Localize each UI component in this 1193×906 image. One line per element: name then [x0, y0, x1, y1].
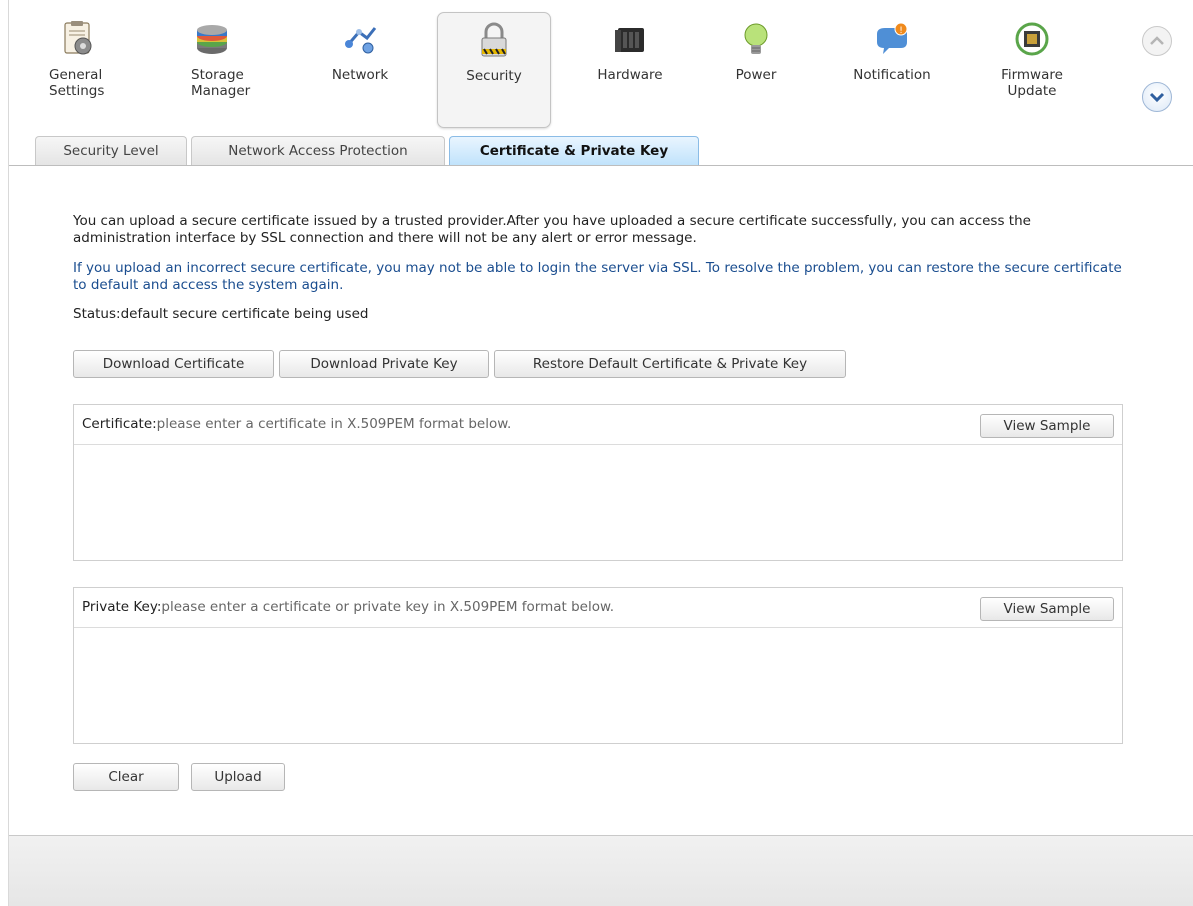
status-text: Status:default secure certificate being …: [73, 306, 369, 322]
chevron-up-icon: [1150, 36, 1164, 45]
toolbar-item-network[interactable]: Network: [303, 12, 417, 128]
svg-text:!: !: [899, 26, 903, 36]
toolbar-item-power[interactable]: Power: [699, 12, 813, 128]
toolbar-item-storage-manager-label: Storage Manager: [191, 67, 251, 99]
toolbar-item-firmware-update[interactable]: Firmware Update: [975, 12, 1089, 128]
tab-divider: [9, 165, 1193, 166]
storage-manager-icon: [197, 25, 227, 54]
certificate-view-sample-button[interactable]: View Sample: [980, 414, 1114, 438]
certificate-textarea[interactable]: [74, 446, 1122, 560]
hardware-icon: [615, 28, 644, 52]
power-icon: [744, 23, 768, 54]
toolbar-item-hardware[interactable]: Hardware: [573, 12, 687, 128]
private-key-label: Private Key:please enter a certificate o…: [82, 599, 614, 615]
footer-bar: [9, 835, 1193, 906]
network-icon: [345, 27, 377, 54]
security-icon: [481, 22, 507, 57]
certificate-panel: Certificate:please enter a certificate i…: [73, 404, 1123, 561]
download-private-key-button[interactable]: Download Private Key: [279, 350, 489, 378]
toolbar-item-general-settings[interactable]: General Settings: [21, 12, 135, 128]
toolbar-item-notification-label: Notification: [853, 67, 931, 83]
certificate-label: Certificate:please enter a certificate i…: [82, 416, 511, 432]
toolbar-item-general-settings-label: General Settings: [49, 67, 105, 99]
firmware-update-icon: [1015, 22, 1049, 56]
tab-certificate-private-key[interactable]: Certificate & Private Key: [449, 136, 699, 166]
private-key-view-sample-button[interactable]: View Sample: [980, 597, 1114, 621]
category-toolbar: General Settings Storage Manager Network…: [9, 0, 1193, 135]
toolbar-item-hardware-label: Hardware: [597, 67, 663, 83]
restore-default-button[interactable]: Restore Default Certificate & Private Ke…: [494, 350, 846, 378]
intro-text: You can upload a secure certificate issu…: [73, 213, 1031, 246]
toolbar-item-network-label: Network: [331, 67, 389, 83]
chevron-down-icon: [1149, 92, 1165, 103]
private-key-panel: Private Key:please enter a certificate o…: [73, 587, 1123, 744]
toolbar-item-storage-manager[interactable]: Storage Manager: [155, 12, 269, 128]
private-key-panel-header: Private Key:please enter a certificate o…: [74, 588, 1122, 628]
notification-icon: !: [877, 22, 908, 54]
upload-button[interactable]: Upload: [191, 763, 285, 791]
toolbar-item-notification[interactable]: ! Notification: [835, 12, 949, 128]
private-key-textarea[interactable]: [74, 629, 1122, 743]
toolbar-item-security-label: Security: [466, 68, 522, 84]
private-key-label-title: Private Key:: [82, 599, 162, 615]
private-key-hint: please enter a certificate or private ke…: [161, 599, 615, 615]
warning-text: If you upload an incorrect secure certif…: [73, 260, 1122, 293]
download-certificate-button[interactable]: Download Certificate: [73, 350, 274, 378]
toolbar-item-power-label: Power: [735, 67, 777, 83]
tab-security-level[interactable]: Security Level: [35, 136, 187, 166]
toolbar-item-firmware-update-label: Firmware Update: [1001, 67, 1063, 99]
scroll-up-button[interactable]: [1142, 26, 1172, 56]
certificate-label-title: Certificate:: [82, 416, 157, 432]
certificate-hint: please enter a certificate in X.509PEM f…: [156, 416, 512, 432]
general-settings-icon: [64, 21, 92, 55]
clear-button[interactable]: Clear: [73, 763, 179, 791]
tab-network-access-protection[interactable]: Network Access Protection: [191, 136, 445, 166]
certificate-panel-header: Certificate:please enter a certificate i…: [74, 405, 1122, 445]
control-panel-window: General Settings Storage Manager Network…: [8, 0, 1193, 906]
scroll-down-button[interactable]: [1142, 82, 1172, 112]
toolbar-item-security[interactable]: Security: [437, 12, 551, 128]
